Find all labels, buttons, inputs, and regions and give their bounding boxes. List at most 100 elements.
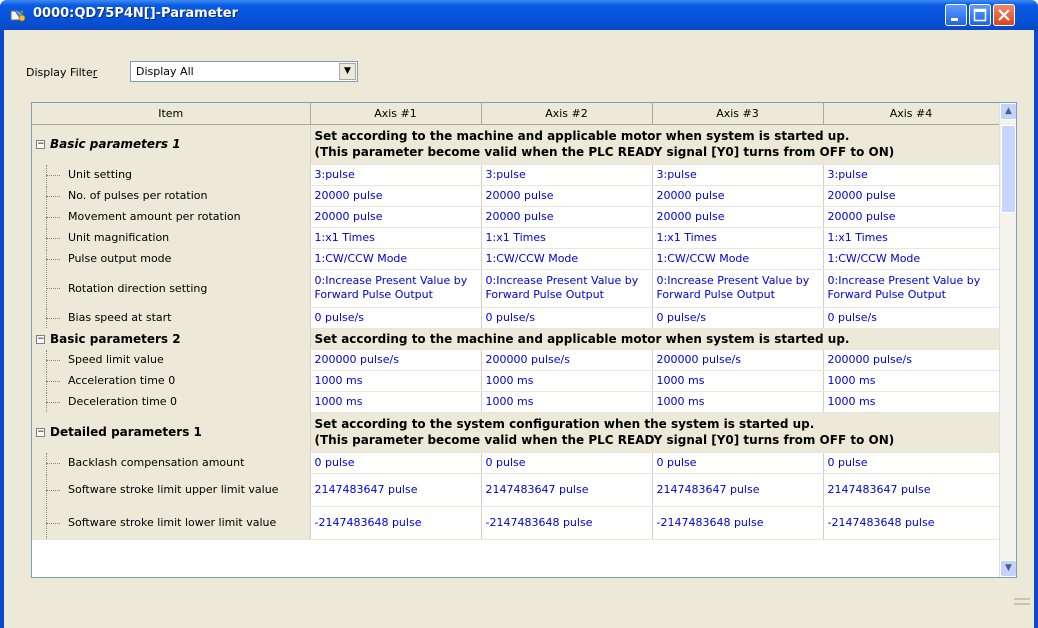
parameter-value-axis-4[interactable]: 2147483647 pulse: [823, 473, 1000, 507]
maximize-button[interactable]: [969, 4, 991, 26]
parameter-value-axis-4[interactable]: 20000 pulse: [823, 185, 1000, 207]
group-description-line: (This parameter become valid when the PL…: [314, 433, 895, 447]
parameter-value-axis-4[interactable]: 0 pulse: [823, 452, 1000, 474]
display-filter-dropdown[interactable]: Display All ▼: [130, 61, 358, 82]
table-row: No. of pulses per rotation 20000 pulse 200…: [32, 185, 1000, 207]
parameter-value-axis-1[interactable]: -2147483648 pulse: [310, 506, 482, 540]
parameter-value-axis-1[interactable]: 200000 pulse/s: [310, 349, 482, 371]
parameter-value-axis-3[interactable]: 20000 pulse: [652, 185, 824, 207]
group-name-label: Detailed parameters 1: [50, 425, 202, 439]
parameter-value-axis-1[interactable]: 2147483647 pulse: [310, 473, 482, 507]
minimize-icon: [951, 18, 958, 21]
parameter-value-axis-4[interactable]: 3:pulse: [823, 164, 1000, 186]
dropdown-arrow-icon[interactable]: ▼: [339, 63, 356, 80]
parameter-value-axis-2[interactable]: 1000 ms: [481, 391, 653, 413]
group-name[interactable]: − Basic parameters 1: [32, 124, 311, 165]
column-header-axis-3[interactable]: Axis #3: [652, 103, 824, 125]
column-header-axis-4[interactable]: Axis #4: [823, 103, 1000, 125]
parameter-value-axis-2[interactable]: -2147483648 pulse: [481, 506, 653, 540]
parameter-value-axis-1[interactable]: 1:x1 Times: [310, 227, 482, 249]
parameter-value-axis-3[interactable]: 1:CW/CCW Mode: [652, 248, 824, 270]
parameter-value-axis-3[interactable]: 1000 ms: [652, 391, 824, 413]
parameter-value-axis-1[interactable]: 1000 ms: [310, 391, 482, 413]
parameter-value-axis-2[interactable]: 1:x1 Times: [481, 227, 653, 249]
parameter-value-axis-1[interactable]: 0 pulse/s: [310, 307, 482, 329]
group-row[interactable]: − Basic parameters 1 Set according to the …: [32, 124, 1000, 165]
parameter-value-axis-3[interactable]: 1000 ms: [652, 370, 824, 392]
table-row: Software stroke limit upper limit value 2…: [32, 473, 1000, 507]
table-row: Movement amount per rotation 20000 pulse 2…: [32, 206, 1000, 228]
parameter-value-axis-3[interactable]: -2147483648 pulse: [652, 506, 824, 540]
minimize-button[interactable]: [945, 4, 967, 26]
main-window: 0000:QD75P4N[]-Parameter Display Filter …: [0, 0, 1038, 628]
group-description: Set according to the machine and applica…: [310, 328, 1000, 350]
parameter-value-axis-1[interactable]: 0:Increase Present Value by Forward Puls…: [310, 269, 482, 308]
parameter-table: Item Axis #1 Axis #2 Axis #3 Axis #4 − Ba…: [32, 103, 1000, 540]
parameter-label: Rotation direction setting: [32, 269, 311, 308]
parameter-value-axis-3[interactable]: 20000 pulse: [652, 206, 824, 228]
resize-grip-icon[interactable]: [1014, 598, 1030, 610]
table-row: Backlash compensation amount 0 pulse 0 pul…: [32, 452, 1000, 474]
group-name[interactable]: − Basic parameters 2: [32, 328, 311, 350]
parameter-value-axis-2[interactable]: 1000 ms: [481, 370, 653, 392]
parameter-label: Backlash compensation amount: [32, 452, 311, 474]
parameter-value-axis-2[interactable]: 0:Increase Present Value by Forward Puls…: [481, 269, 653, 308]
column-header-axis-1[interactable]: Axis #1: [310, 103, 482, 125]
parameter-value-axis-4[interactable]: 1000 ms: [823, 370, 1000, 392]
collapse-icon[interactable]: −: [36, 140, 45, 149]
parameter-value-axis-2[interactable]: 0 pulse/s: [481, 307, 653, 329]
parameter-value-axis-2[interactable]: 3:pulse: [481, 164, 653, 186]
close-button[interactable]: [993, 4, 1015, 26]
vertical-scrollbar[interactable]: ▲ ▼: [999, 103, 1016, 577]
parameter-value-axis-1[interactable]: 0 pulse: [310, 452, 482, 474]
table-header-row: Item Axis #1 Axis #2 Axis #3 Axis #4: [32, 103, 1000, 125]
parameter-value-axis-2[interactable]: 200000 pulse/s: [481, 349, 653, 371]
parameter-value-axis-4[interactable]: 1:CW/CCW Mode: [823, 248, 1000, 270]
parameter-value-axis-1[interactable]: 1:CW/CCW Mode: [310, 248, 482, 270]
parameter-label: Deceleration time 0: [32, 391, 311, 413]
group-row[interactable]: − Basic parameters 2 Set according to the …: [32, 328, 1000, 350]
scroll-up-icon[interactable]: ▲: [1000, 103, 1016, 120]
parameter-value-axis-3[interactable]: 3:pulse: [652, 164, 824, 186]
parameter-value-axis-4[interactable]: 20000 pulse: [823, 206, 1000, 228]
parameter-value-axis-4[interactable]: 200000 pulse/s: [823, 349, 1000, 371]
parameter-label: Bias speed at start: [32, 307, 311, 329]
parameter-label: Speed limit value: [32, 349, 311, 371]
parameter-label: Acceleration time 0: [32, 370, 311, 392]
parameter-value-axis-2[interactable]: 2147483647 pulse: [481, 473, 653, 507]
parameter-value-axis-4[interactable]: -2147483648 pulse: [823, 506, 1000, 540]
parameter-value-axis-4[interactable]: 1:x1 Times: [823, 227, 1000, 249]
title-bar[interactable]: 0000:QD75P4N[]-Parameter: [0, 0, 1038, 30]
scroll-thumb[interactable]: [1001, 125, 1016, 213]
parameter-value-axis-3[interactable]: 200000 pulse/s: [652, 349, 824, 371]
parameter-value-axis-3[interactable]: 0:Increase Present Value by Forward Puls…: [652, 269, 824, 308]
parameter-value-axis-1[interactable]: 3:pulse: [310, 164, 482, 186]
group-row[interactable]: − Detailed parameters 1 Set according to t…: [32, 412, 1000, 453]
parameter-value-axis-1[interactable]: 20000 pulse: [310, 206, 482, 228]
parameter-value-axis-2[interactable]: 1:CW/CCW Mode: [481, 248, 653, 270]
table-row: Acceleration time 0 1000 ms 1000 ms 1000 ms…: [32, 370, 1000, 392]
collapse-icon[interactable]: −: [36, 428, 45, 437]
parameter-value-axis-3[interactable]: 2147483647 pulse: [652, 473, 824, 507]
group-description: Set according to the system configuratio…: [310, 412, 1000, 453]
column-header-item[interactable]: Item: [32, 103, 311, 125]
parameter-value-axis-4[interactable]: 0 pulse/s: [823, 307, 1000, 329]
parameter-label: Software stroke limit upper limit value: [32, 473, 311, 507]
parameter-value-axis-3[interactable]: 0 pulse: [652, 452, 824, 474]
group-name[interactable]: − Detailed parameters 1: [32, 412, 311, 453]
window-title: 0000:QD75P4N[]-Parameter: [33, 6, 238, 21]
scroll-down-icon[interactable]: ▼: [1000, 560, 1016, 577]
parameter-value-axis-1[interactable]: 1000 ms: [310, 370, 482, 392]
parameter-value-axis-3[interactable]: 1:x1 Times: [652, 227, 824, 249]
table-row: Pulse output mode 1:CW/CCW Mode 1:CW/CCW M…: [32, 248, 1000, 270]
parameter-value-axis-1[interactable]: 20000 pulse: [310, 185, 482, 207]
parameter-value-axis-2[interactable]: 20000 pulse: [481, 185, 653, 207]
parameter-value-axis-2[interactable]: 0 pulse: [481, 452, 653, 474]
parameter-value-axis-2[interactable]: 20000 pulse: [481, 206, 653, 228]
table-row: Unit magnification 1:x1 Times 1:x1 Times 1:…: [32, 227, 1000, 249]
collapse-icon[interactable]: −: [36, 334, 45, 344]
parameter-value-axis-4[interactable]: 1000 ms: [823, 391, 1000, 413]
column-header-axis-2[interactable]: Axis #2: [481, 103, 653, 125]
parameter-value-axis-4[interactable]: 0:Increase Present Value by Forward Puls…: [823, 269, 1000, 308]
parameter-value-axis-3[interactable]: 0 pulse/s: [652, 307, 824, 329]
